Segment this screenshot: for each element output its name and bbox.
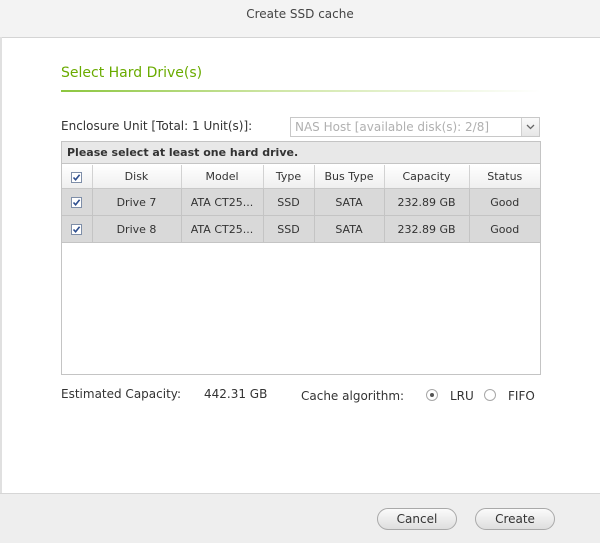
select-all-cell: [62, 165, 93, 189]
disk-table-hint: Please select at least one hard drive.: [62, 142, 540, 164]
cell-disk: Drive 8: [92, 215, 182, 243]
row-select-cell: [62, 188, 93, 216]
cell-disk: Drive 7: [92, 188, 182, 216]
radio-fifo-label[interactable]: FIFO: [508, 388, 535, 404]
cell-capacity: 232.89 GB: [384, 215, 470, 243]
disk-table-container: Please select at least one hard drive. D…: [61, 141, 541, 375]
column-header-disk[interactable]: Disk: [92, 165, 182, 189]
window-title: Create SSD cache: [246, 7, 354, 21]
cache-algorithm-label: Cache algorithm:: [301, 389, 405, 403]
column-header-model[interactable]: Model: [181, 165, 264, 189]
table-row[interactable]: Drive 7 ATA CT25... SSD SATA 232.89 GB G…: [62, 188, 540, 216]
disk-table-header: Disk Model Type Bus Type Capacity Status: [62, 165, 540, 189]
cell-bus-type: SATA: [314, 215, 385, 243]
cell-model: ATA CT25...: [181, 188, 264, 216]
cancel-button[interactable]: Cancel: [377, 508, 457, 530]
radio-lru-label[interactable]: LRU: [450, 388, 474, 404]
column-header-type[interactable]: Type: [263, 165, 315, 189]
chevron-down-icon: [526, 124, 535, 130]
cell-status: Good: [469, 215, 540, 243]
enclosure-select[interactable]: NAS Host [available disk(s): 2/8]: [290, 117, 540, 137]
checkmark-icon: [73, 199, 81, 207]
estimated-capacity-value: 442.31 GB: [204, 387, 268, 401]
estimated-capacity-label: Estimated Capacity:: [61, 387, 182, 401]
table-row[interactable]: Drive 8 ATA CT25... SSD SATA 232.89 GB G…: [62, 215, 540, 243]
row-checkbox[interactable]: [71, 224, 83, 235]
cell-bus-type: SATA: [314, 188, 385, 216]
enclosure-label: Enclosure Unit [Total: 1 Unit(s)]:: [61, 119, 253, 133]
column-header-status[interactable]: Status: [469, 165, 540, 189]
cell-type: SSD: [263, 188, 315, 216]
radio-selected-dot: [430, 393, 434, 397]
disk-table: Disk Model Type Bus Type Capacity Status: [62, 165, 540, 243]
row-checkbox[interactable]: [71, 197, 83, 208]
checkmark-icon: [73, 226, 81, 234]
radio-lru[interactable]: [426, 389, 438, 401]
column-header-capacity[interactable]: Capacity: [384, 165, 470, 189]
column-header-bus-type[interactable]: Bus Type: [314, 165, 385, 189]
cell-capacity: 232.89 GB: [384, 188, 470, 216]
radio-fifo[interactable]: [484, 389, 496, 401]
window-titlebar: Create SSD cache: [0, 0, 600, 38]
cell-type: SSD: [263, 215, 315, 243]
cell-status: Good: [469, 188, 540, 216]
row-select-cell: [62, 215, 93, 243]
cell-model: ATA CT25...: [181, 215, 264, 243]
enclosure-dropdown-button[interactable]: [521, 118, 539, 136]
section-title: Select Hard Drive(s): [61, 65, 203, 81]
enclosure-select-value: NAS Host [available disk(s): 2/8]: [295, 120, 490, 134]
dialog-footer: Cancel Create: [0, 493, 600, 543]
section-divider: [61, 90, 541, 92]
select-all-checkbox[interactable]: [71, 171, 83, 183]
checkmark-icon: [73, 173, 81, 181]
create-button[interactable]: Create: [475, 508, 555, 530]
dialog-content: Select Hard Drive(s) Enclosure Unit [Tot…: [0, 38, 600, 493]
